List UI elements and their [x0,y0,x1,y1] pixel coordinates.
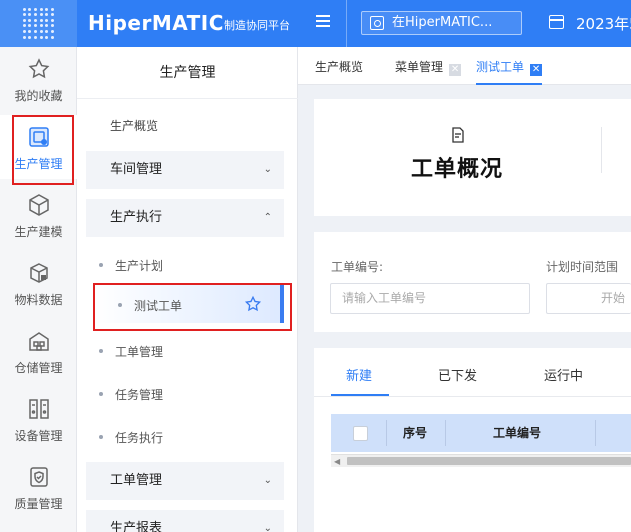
menu-group-reports[interactable]: 生产报表 ⌄ [86,510,284,532]
status-tab-new[interactable]: 新建 [346,365,372,384]
menu-group-label: 车间管理 [110,162,163,177]
rail-item-modeling[interactable]: 生产建模 [0,183,77,247]
rail-label: 生产管理 [14,157,63,171]
close-icon[interactable]: ✕ [530,64,543,76]
menu-item-order-mgmt[interactable]: 工单管理 [98,343,163,360]
equipment-icon [28,399,49,419]
select-all-checkbox[interactable] [353,426,368,441]
rail-label: 仓储管理 [14,361,63,375]
app-launcher-icon[interactable] [0,0,77,47]
card-divider [601,127,602,173]
page-tabs: 生产概览 菜单管理 ✕ 测试工单 ✕ [298,47,631,85]
warehouse-icon [28,332,49,351]
column-separator [386,420,387,446]
rail-item-warehouse[interactable]: 仓储管理 [0,319,77,383]
chevron-down-icon: ⌄ [263,164,272,175]
tab-test-order[interactable]: 测试工单 ✕ [476,47,543,85]
time-range-label: 计划时间范围 [546,260,619,274]
status-tab-border [314,396,631,397]
overview-title: 工单概况 [411,157,504,182]
menu-item-test-order[interactable]: 测试工单 [94,285,284,323]
close-icon[interactable]: ✕ [449,64,462,76]
order-no-placeholder: 请输入工单编号 [342,291,427,305]
chevron-up-icon: ⌃ [263,212,272,223]
search-placeholder: 在HiperMATIC... [392,15,493,30]
secondary-menu: 生产管理 生产概览 车间管理 ⌄ 生产执行 ⌃ 生产计划 测试工单 工单管理 任… [77,47,298,532]
tab-label: 生产概览 [315,60,364,74]
column-separator [595,420,596,446]
filter-card: 工单编号: 请输入工单编号 计划时间范围 开始 [314,232,631,332]
menu-item-plan[interactable]: 生产计划 [98,257,163,274]
shield-icon [29,467,48,487]
menu-toggle-icon[interactable] [316,15,330,29]
tab-menu-mgmt[interactable]: 菜单管理 ✕ [395,47,462,85]
production-icon [28,127,49,147]
scroll-left-icon[interactable]: ◀ [334,457,340,466]
rail-item-equipment[interactable]: 设备管理 [0,387,77,451]
menu-item-label: 测试工单 [117,299,183,313]
tab-label: 菜单管理 [395,60,444,74]
rail-label: 设备管理 [14,429,63,443]
menu-group-execution[interactable]: 生产执行 ⌃ [86,199,284,237]
chevron-down-icon: ⌄ [263,475,272,486]
calendar-icon [549,15,564,29]
rail-label: 物料数据 [14,293,63,307]
rail-label: 生产建模 [14,225,63,239]
submenu-title: 生产管理 [77,47,298,99]
column-header-index[interactable]: 序号 [403,414,427,452]
scrollbar-thumb[interactable] [347,457,631,465]
brand-subtitle: 制造协同平台 [224,19,290,32]
rail-item-material[interactable]: 物料数据 [0,251,77,315]
time-range-placeholder: 开始 [601,291,626,305]
rail-label: 质量管理 [14,497,63,511]
overview-card: 工单概况 [314,99,631,216]
menu-group-label: 生产报表 [110,521,163,532]
brand-logo: HiperMATIC [88,11,224,35]
search-input[interactable]: 在HiperMATIC... [361,11,522,35]
rail-label: 我的收藏 [14,89,63,103]
order-no-label: 工单编号: [331,260,384,274]
status-tab-issued[interactable]: 已下发 [438,365,477,384]
table-header: 序号 工单编号 [331,414,631,452]
star-icon[interactable] [244,295,262,313]
cube-icon [28,194,49,216]
menu-item-task-exec[interactable]: 任务执行 [98,429,163,446]
rail-item-favorites[interactable]: 我的收藏 [0,47,77,111]
header-date: 2023年5 [576,15,631,33]
module-rail: 我的收藏 生产管理 生产建模 物料数据 仓储管理 设备管理 质量管理 [0,47,77,532]
menu-group-label: 工单管理 [110,473,163,488]
status-tab-running[interactable]: 运行中 [544,365,583,384]
tab-overview[interactable]: 生产概览 [315,47,363,85]
column-separator [445,420,446,446]
top-header: HiperMATIC 制造协同平台 在HiperMATIC... 2023年5 [0,0,631,47]
menu-group-workshop[interactable]: 车间管理 ⌄ [86,151,284,189]
tab-label: 测试工单 [476,60,525,74]
horizontal-scrollbar[interactable]: ◀ [331,454,631,467]
search-icon [370,16,384,30]
time-range-start-input[interactable]: 开始 [546,283,631,314]
column-header-order-no[interactable]: 工单编号 [493,414,541,452]
rail-item-production[interactable]: 生产管理 [0,115,77,179]
menu-item-task-mgmt[interactable]: 任务管理 [98,386,163,403]
menu-group-label: 生产执行 [110,210,163,225]
star-icon [28,58,49,79]
document-icon [452,127,464,143]
box-icon [29,263,48,283]
order-no-input[interactable]: 请输入工单编号 [330,283,530,314]
menu-group-work-order[interactable]: 工单管理 ⌄ [86,462,284,500]
chevron-down-icon: ⌄ [263,523,272,532]
rail-item-quality[interactable]: 质量管理 [0,455,77,519]
active-indicator [280,285,284,323]
header-divider [346,0,347,47]
orders-card: 新建 已下发 运行中 序号 工单编号 ◀ [314,348,631,532]
menu-item-overview[interactable]: 生产概览 [110,117,158,134]
